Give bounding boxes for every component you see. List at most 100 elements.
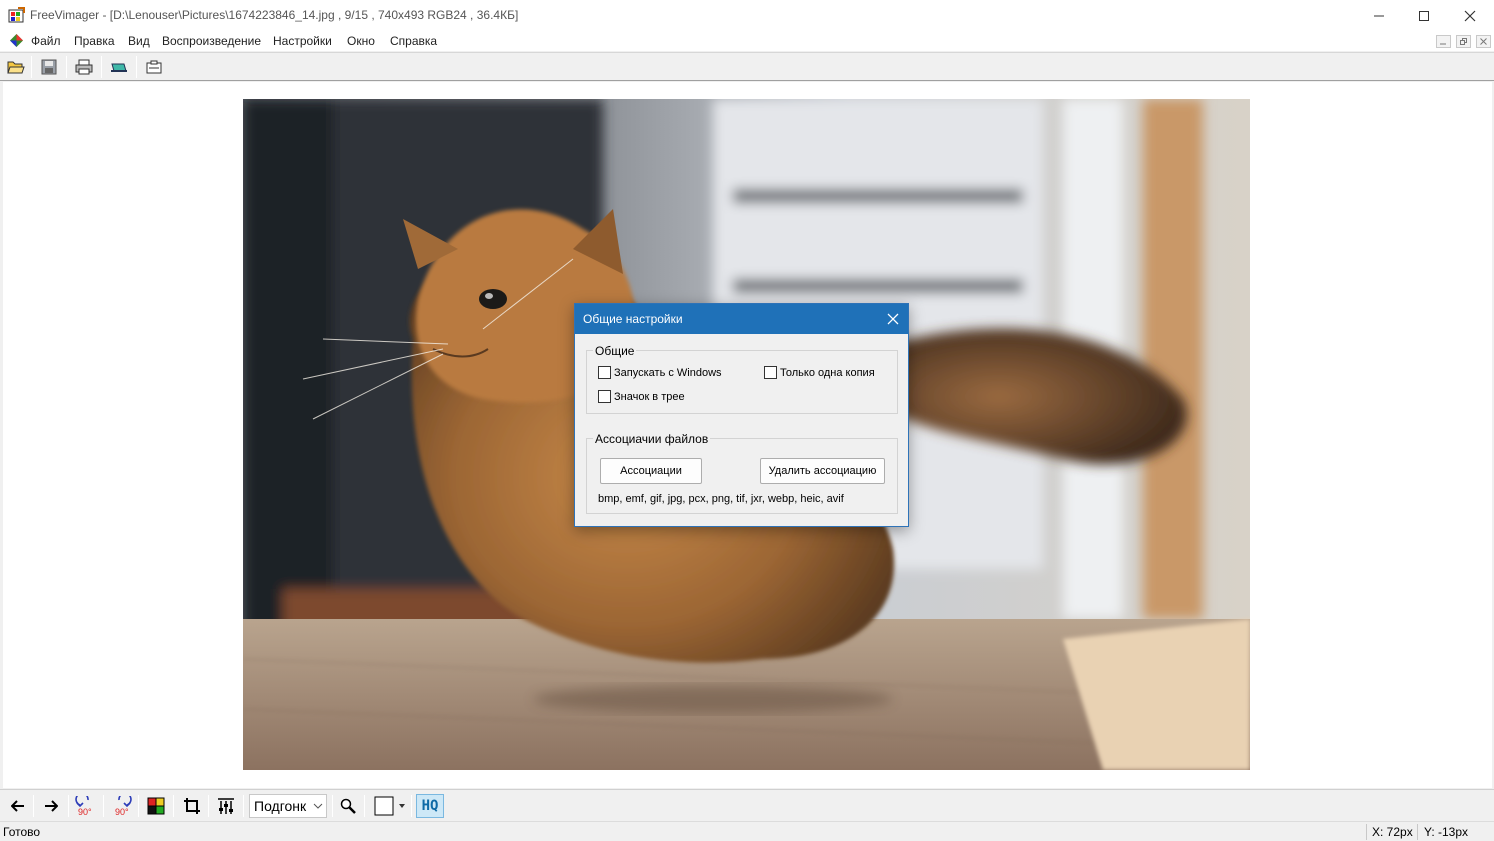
menu-bar: Файл Правка Вид Воспроизведение Настройк… [0, 31, 1494, 51]
general-group-label: Общие [593, 344, 637, 358]
rotate-cw-90-icon: 90° [115, 796, 132, 816]
rotate-ccw-90-icon: 90° [75, 796, 92, 816]
rotate-left-button[interactable]: 90° [75, 795, 97, 817]
menu-view[interactable]: Вид [128, 34, 150, 48]
toolbar-separator [364, 795, 365, 817]
levels-button[interactable] [215, 795, 237, 817]
crop-button[interactable] [181, 795, 203, 817]
bottom-toolbar: 90° 90° Подгонк HQ [0, 789, 1494, 821]
remove-association-button[interactable]: Удалить ассоциацию [760, 458, 885, 484]
status-y-coordinate: Y: -13px [1424, 825, 1469, 839]
status-text: Готово [3, 825, 41, 839]
title-bar: FreeVimager - [D:\Lenouser\Pictures\1674… [0, 0, 1494, 31]
toolbar-separator [136, 56, 137, 78]
extensions-list: bmp, emf, gif, jpg, pcx, png, tif, jxr, … [598, 493, 844, 505]
zoom-icon [340, 798, 356, 814]
menu-window[interactable]: Окно [347, 34, 375, 48]
minimize-button[interactable] [1356, 0, 1402, 31]
toolbar-separator [31, 56, 32, 78]
dialog-title: Общие настройки [583, 312, 683, 326]
zoom-select[interactable]: Подгонк [249, 794, 327, 818]
dialog-close-button[interactable] [884, 310, 902, 328]
mdi-minimize-button[interactable] [1436, 35, 1451, 48]
menu-settings[interactable]: Настройки [273, 34, 332, 48]
toolbar-separator [411, 795, 412, 817]
background-color-icon [374, 796, 405, 816]
close-button[interactable] [1447, 0, 1493, 31]
startup-checkbox[interactable]: Запускать с Windows [598, 366, 722, 379]
hq-toggle[interactable]: HQ [416, 794, 444, 818]
toolbar-separator [332, 795, 333, 817]
associations-button[interactable]: Ассоциации [600, 458, 702, 484]
toolbar-separator [243, 795, 244, 817]
window-title: FreeVimager - [D:\Lenouser\Pictures\1674… [30, 8, 519, 22]
open-folder-icon [7, 61, 25, 74]
close-icon [1480, 38, 1487, 45]
menu-help[interactable]: Справка [390, 34, 437, 48]
hq-icon: HQ [421, 798, 439, 814]
rotate-label: 90° [115, 807, 129, 816]
toolbar-separator [208, 795, 209, 817]
file-associations-group-label: Ассоциачии файлов [593, 432, 711, 446]
rotate-right-button[interactable]: 90° [110, 795, 132, 817]
print-button[interactable] [73, 56, 95, 78]
capture-icon [146, 60, 162, 74]
general-group [586, 350, 898, 414]
app-logo-icon [8, 7, 25, 23]
dialog-title-bar[interactable]: Общие настройки [575, 304, 908, 334]
checkbox-box[interactable] [764, 366, 777, 379]
previous-image-button[interactable] [7, 795, 29, 817]
save-button[interactable] [38, 56, 60, 78]
menu-playback[interactable]: Воспроизведение [162, 34, 261, 48]
checkbox-box[interactable] [598, 366, 611, 379]
save-icon [41, 59, 57, 75]
levels-icon [218, 798, 234, 814]
open-button[interactable] [5, 56, 27, 78]
status-separator [1417, 824, 1418, 840]
maximize-button[interactable] [1401, 0, 1447, 31]
send-email-icon [111, 63, 127, 72]
crop-icon [184, 798, 200, 814]
arrow-left-icon [11, 800, 24, 812]
close-icon [1464, 10, 1476, 21]
tray-icon-checkbox-label: Значок в трее [614, 390, 685, 403]
startup-checkbox-label: Запускать с Windows [614, 366, 722, 379]
color-adjust-button[interactable] [145, 795, 167, 817]
toolbar-separator [101, 56, 102, 78]
restore-icon [1460, 38, 1467, 45]
single-instance-checkbox-label: Только одна копия [780, 366, 875, 379]
next-image-button[interactable] [40, 795, 62, 817]
document-system-icon[interactable] [9, 33, 24, 48]
general-settings-dialog: Общие настройки Общие Запускать с Window… [574, 303, 909, 527]
status-bar: Готово X: 72px Y: -13px [0, 821, 1494, 841]
main-toolbar [0, 52, 1494, 81]
mdi-close-button[interactable] [1476, 35, 1491, 48]
print-icon [75, 59, 93, 75]
capture-button[interactable] [143, 56, 165, 78]
status-separator [1366, 824, 1367, 840]
toolbar-separator [66, 56, 67, 78]
mdi-restore-button[interactable] [1456, 35, 1471, 48]
rotate-label: 90° [78, 807, 92, 816]
toolbar-separator [103, 795, 104, 817]
maximize-icon [1419, 10, 1429, 21]
toolbar-separator [68, 795, 69, 817]
background-color-button[interactable] [372, 795, 408, 817]
single-instance-checkbox[interactable]: Только одна копия [764, 366, 875, 379]
checkbox-box[interactable] [598, 390, 611, 403]
close-icon [887, 313, 899, 325]
minimize-icon [1440, 43, 1446, 45]
color-adjust-icon [147, 797, 165, 815]
toolbar-separator [138, 795, 139, 817]
menu-file[interactable]: Файл [31, 34, 61, 48]
status-x-coordinate: X: 72px [1372, 825, 1413, 839]
zoom-button[interactable] [337, 795, 359, 817]
menu-edit[interactable]: Правка [74, 34, 115, 48]
send-email-button[interactable] [108, 56, 130, 78]
tray-icon-checkbox[interactable]: Значок в трее [598, 390, 685, 403]
toolbar-separator [33, 795, 34, 817]
zoom-select-value: Подгонк [254, 798, 307, 814]
arrow-right-icon [45, 800, 58, 812]
toolbar-separator [173, 795, 174, 817]
chevron-down-icon [313, 803, 323, 809]
